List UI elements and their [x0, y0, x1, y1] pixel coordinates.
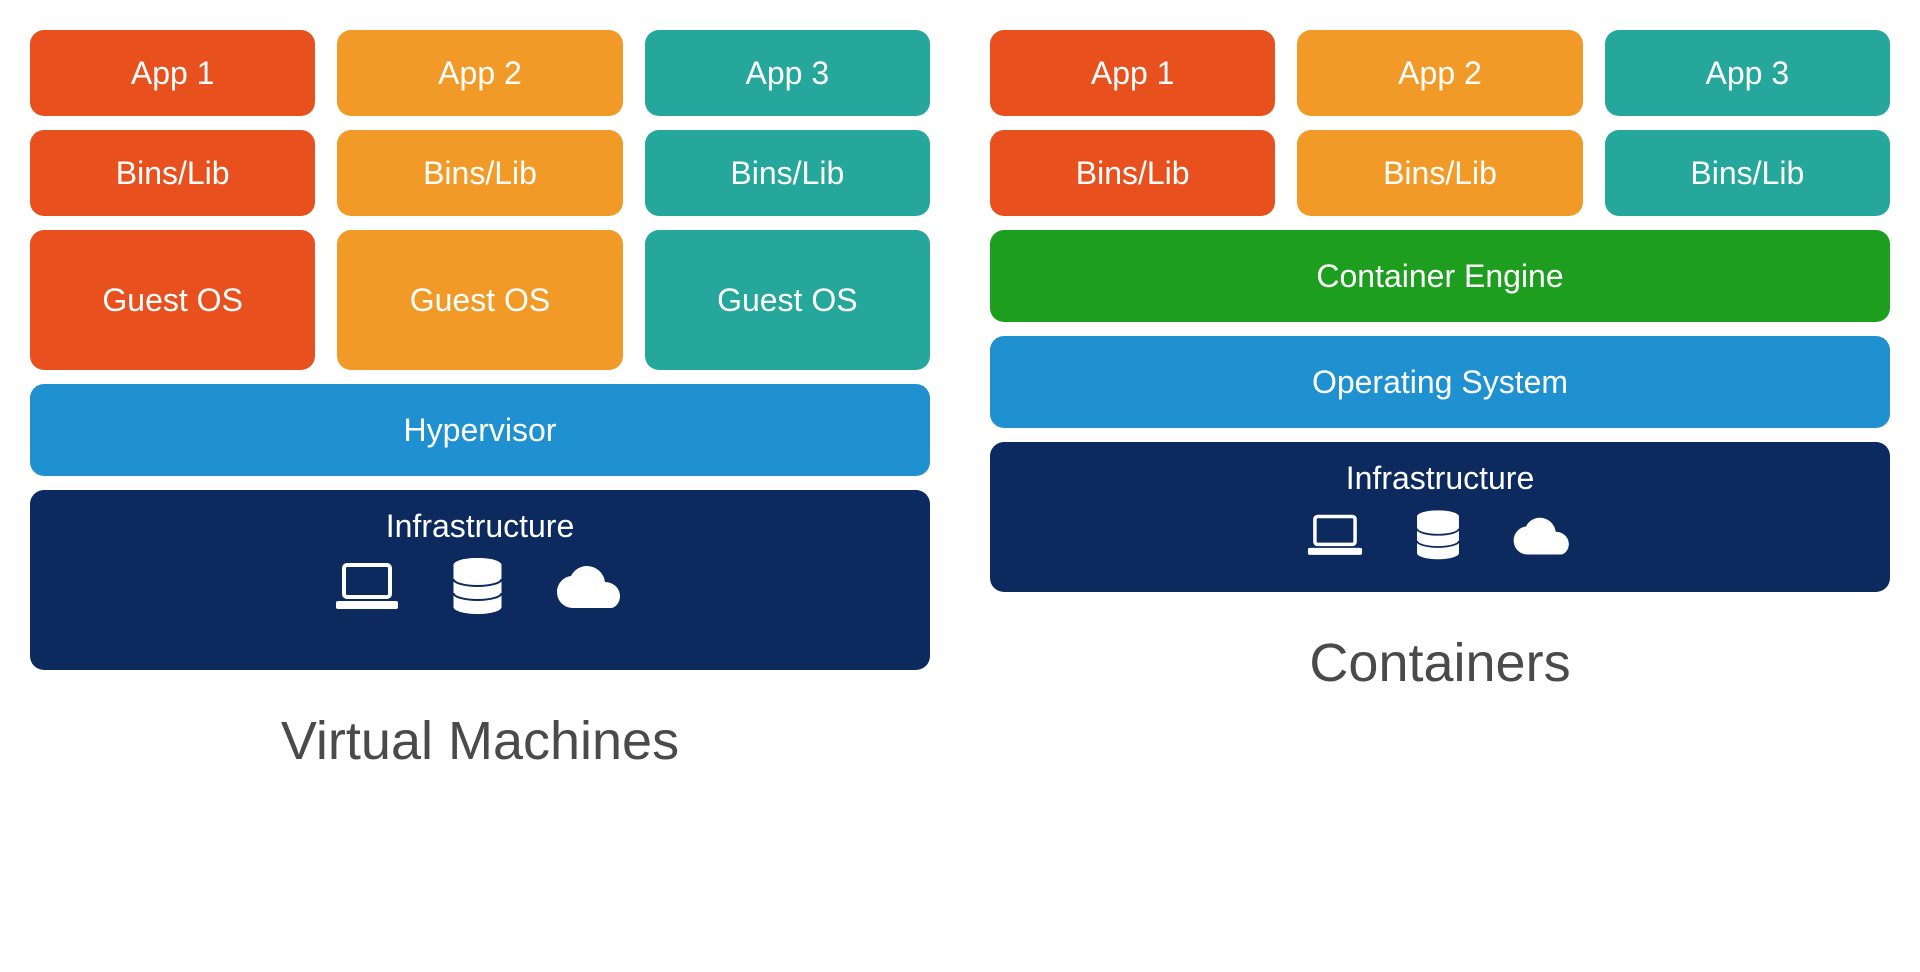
- vm-bins-2: Bins/Lib: [337, 130, 622, 216]
- vm-bins-1: Bins/Lib: [30, 130, 315, 216]
- ct-bins-2: Bins/Lib: [1297, 130, 1582, 216]
- vm-hypervisor: Hypervisor: [30, 384, 930, 476]
- ct-caption: Containers: [990, 632, 1890, 694]
- ct-app-2: App 2: [1297, 30, 1582, 116]
- cloud-icon: [1510, 516, 1576, 558]
- laptop-icon: [332, 561, 402, 616]
- vm-bins-row: Bins/Lib Bins/Lib Bins/Lib: [30, 130, 930, 216]
- vm-infra-icons: [332, 557, 628, 619]
- database-icon: [1414, 509, 1462, 564]
- vm-stack: App 1 App 2 App 3 Bins/Lib Bins/Lib Bins…: [30, 30, 930, 772]
- vm-app-2: App 2: [337, 30, 622, 116]
- vm-app-3: App 3: [645, 30, 930, 116]
- vm-guest-3: Guest OS: [645, 230, 930, 370]
- ct-bins-row: Bins/Lib Bins/Lib Bins/Lib: [990, 130, 1890, 216]
- vm-guest-1: Guest OS: [30, 230, 315, 370]
- database-icon: [450, 557, 505, 619]
- vm-guest-2: Guest OS: [337, 230, 622, 370]
- ct-os: Operating System: [990, 336, 1890, 428]
- cloud-icon: [553, 564, 628, 612]
- ct-app-1: App 1: [990, 30, 1275, 116]
- vm-infrastructure-label: Infrastructure: [386, 508, 575, 545]
- ct-infra-icons: [1304, 509, 1576, 564]
- vm-infrastructure: Infrastructure: [30, 490, 930, 670]
- ct-stack: App 1 App 2 App 3 Bins/Lib Bins/Lib Bins…: [990, 30, 1890, 694]
- ct-bins-1: Bins/Lib: [990, 130, 1275, 216]
- ct-infrastructure-label: Infrastructure: [1346, 460, 1535, 497]
- ct-app-3: App 3: [1605, 30, 1890, 116]
- vm-caption: Virtual Machines: [30, 710, 930, 772]
- ct-apps-row: App 1 App 2 App 3: [990, 30, 1890, 116]
- ct-engine: Container Engine: [990, 230, 1890, 322]
- diagram-columns: App 1 App 2 App 3 Bins/Lib Bins/Lib Bins…: [30, 30, 1890, 962]
- ct-bins-3: Bins/Lib: [1605, 130, 1890, 216]
- laptop-icon: [1304, 513, 1366, 561]
- vm-apps-row: App 1 App 2 App 3: [30, 30, 930, 116]
- vm-bins-3: Bins/Lib: [645, 130, 930, 216]
- vm-app-1: App 1: [30, 30, 315, 116]
- ct-infrastructure: Infrastructure: [990, 442, 1890, 592]
- vm-guest-row: Guest OS Guest OS Guest OS: [30, 230, 930, 370]
